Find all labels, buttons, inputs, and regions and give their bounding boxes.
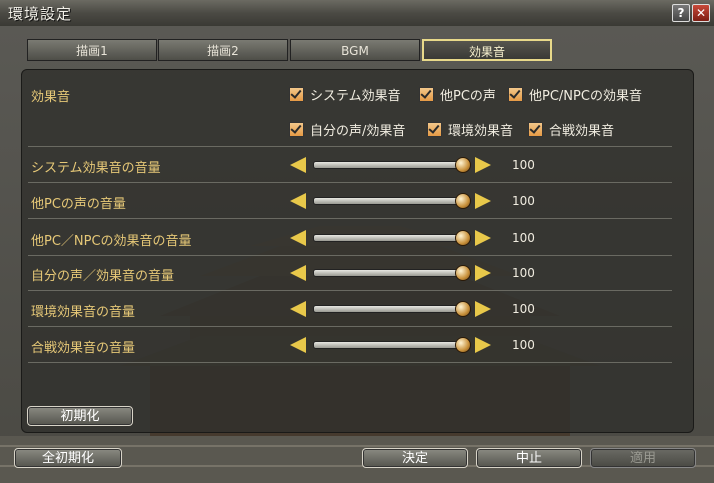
checkbox-other-pc-npc-se[interactable]: 他PC/NPCの効果音: [508, 85, 642, 104]
tab-sound-effects[interactable]: 効果音: [422, 39, 552, 61]
ok-button[interactable]: 決定: [362, 448, 468, 468]
divider: [28, 218, 672, 219]
checkbox-icon: [419, 87, 434, 102]
volume-value: 100: [512, 231, 535, 245]
checkbox-icon: [289, 122, 304, 137]
volume-label: 環境効果音の音量: [31, 305, 136, 320]
volume-label: 他PCの声の音量: [31, 197, 126, 212]
checkbox-label: 環境効果音: [448, 124, 514, 139]
checkbox-label: 自分の声/効果音: [310, 124, 406, 139]
volume-label: システム効果音の音量: [31, 161, 161, 176]
tab-bgm[interactable]: BGM: [290, 39, 420, 61]
decrease-arrow-icon[interactable]: [290, 337, 306, 353]
slider-knob[interactable]: [455, 265, 471, 281]
checkbox-icon: [289, 87, 304, 102]
slider-knob[interactable]: [455, 337, 471, 353]
volume-slider[interactable]: [313, 305, 467, 313]
slider-knob[interactable]: [455, 301, 471, 317]
decrease-arrow-icon[interactable]: [290, 301, 306, 317]
increase-arrow-icon[interactable]: [475, 157, 491, 173]
decrease-arrow-icon[interactable]: [290, 193, 306, 209]
slider-knob[interactable]: [455, 230, 471, 246]
volume-slider[interactable]: [313, 341, 467, 349]
divider: [28, 290, 672, 291]
divider: [28, 362, 672, 363]
title-bar[interactable]: 環境設定 ? ✕: [0, 0, 714, 27]
cancel-button[interactable]: 中止: [476, 448, 582, 468]
reset-button[interactable]: 初期化: [27, 406, 133, 426]
checkbox-ambient-se[interactable]: 環境効果音: [427, 120, 513, 139]
increase-arrow-icon[interactable]: [475, 265, 491, 281]
divider: [28, 255, 672, 256]
checkbox-own-voice-se[interactable]: 自分の声/効果音: [289, 120, 405, 139]
volume-value: 100: [512, 266, 535, 280]
decrease-arrow-icon[interactable]: [290, 157, 306, 173]
checkbox-icon: [508, 87, 523, 102]
settings-window: 環境設定 ? ✕ 描画1 描画2 BGM 効果音 効果音 システム効果音 他PC…: [0, 0, 714, 483]
volume-slider[interactable]: [313, 269, 467, 277]
checkbox-label: システム効果音: [310, 89, 401, 104]
sound-effects-label: 効果音: [31, 90, 71, 105]
checkbox-icon: [427, 122, 442, 137]
reset-all-button[interactable]: 全初期化: [14, 448, 122, 468]
volume-value: 100: [512, 194, 535, 208]
volume-value: 100: [512, 158, 535, 172]
tab-draw1[interactable]: 描画1: [27, 39, 157, 61]
checkbox-system-se[interactable]: システム効果音: [289, 85, 401, 104]
divider: [28, 182, 672, 183]
slider-knob[interactable]: [455, 157, 471, 173]
volume-label: 他PC／NPCの効果音の音量: [31, 234, 192, 249]
tab-draw2[interactable]: 描画2: [158, 39, 288, 61]
volume-slider[interactable]: [313, 234, 467, 242]
checkbox-icon: [528, 122, 543, 137]
volume-value: 100: [512, 338, 535, 352]
volume-slider[interactable]: [313, 197, 467, 205]
increase-arrow-icon[interactable]: [475, 193, 491, 209]
checkbox-label: 他PC/NPCの効果音: [529, 89, 642, 104]
apply-button[interactable]: 適用: [590, 448, 696, 468]
help-icon[interactable]: ?: [672, 4, 690, 22]
divider: [28, 326, 672, 327]
increase-arrow-icon[interactable]: [475, 230, 491, 246]
checkbox-label: 他PCの声: [440, 89, 496, 104]
window-title: 環境設定: [8, 5, 73, 23]
volume-value: 100: [512, 302, 535, 316]
checkbox-other-pc-voice[interactable]: 他PCの声: [419, 85, 496, 104]
decrease-arrow-icon[interactable]: [290, 265, 306, 281]
divider: [28, 146, 672, 147]
close-icon[interactable]: ✕: [692, 4, 710, 22]
checkbox-battle-se[interactable]: 合戦効果音: [528, 120, 614, 139]
volume-label: 自分の声／効果音の音量: [31, 269, 175, 284]
volume-label: 合戦効果音の音量: [31, 341, 136, 356]
increase-arrow-icon[interactable]: [475, 301, 491, 317]
decrease-arrow-icon[interactable]: [290, 230, 306, 246]
increase-arrow-icon[interactable]: [475, 337, 491, 353]
slider-knob[interactable]: [455, 193, 471, 209]
checkbox-label: 合戦効果音: [549, 124, 615, 139]
volume-slider[interactable]: [313, 161, 467, 169]
